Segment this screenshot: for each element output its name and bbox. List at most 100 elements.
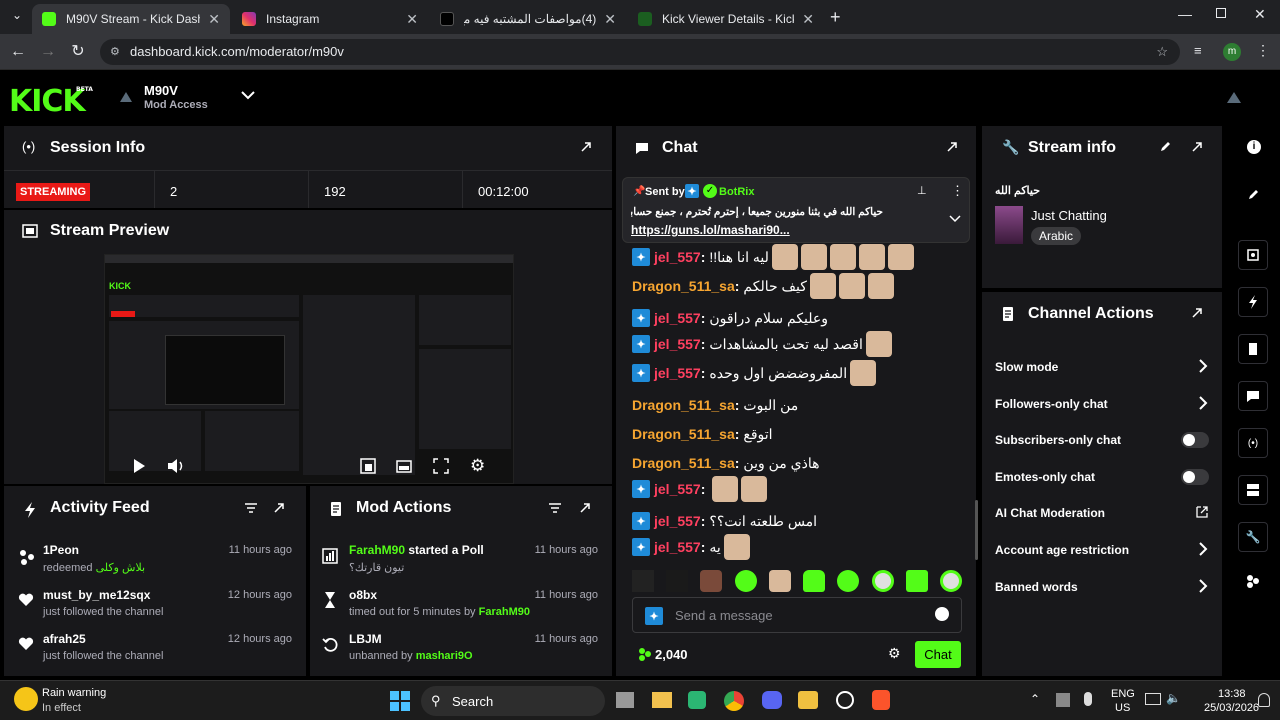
- emote-icon[interactable]: [803, 570, 826, 592]
- chat-username[interactable]: Dragon_511_sa: [632, 278, 735, 294]
- chat-emote-icon[interactable]: [850, 360, 877, 386]
- chat-emote-icon[interactable]: [829, 244, 856, 270]
- rail-modlog-icon[interactable]: [1238, 334, 1268, 364]
- close-window-button[interactable]: ✕: [1254, 6, 1266, 23]
- url-input[interactable]: ⚙ dashboard.kick.com/moderator/m90v ☆: [100, 39, 1180, 65]
- emote-icon[interactable]: [666, 570, 689, 592]
- channel-action-row[interactable]: Subscribers-only chat: [982, 427, 1222, 451]
- pinned-sender[interactable]: BotRix: [719, 186, 754, 198]
- chat-emote-icon[interactable]: [712, 476, 739, 502]
- chat-username[interactable]: jel_557: [654, 336, 701, 352]
- emote-icon[interactable]: [939, 570, 962, 592]
- chrome-icon[interactable]: [724, 691, 744, 711]
- close-tab-icon[interactable]: ✕: [802, 11, 814, 28]
- play-button[interactable]: [132, 458, 146, 474]
- chat-emote-icon[interactable]: [887, 244, 914, 270]
- tab-kick-dashboard[interactable]: M90V Stream - Kick Dashboard ✕: [32, 4, 230, 34]
- user-avatar-icon[interactable]: [1225, 89, 1243, 105]
- weather-icon[interactable]: [14, 687, 38, 711]
- rail-clip-icon[interactable]: [1238, 240, 1268, 270]
- task-view-icon[interactable]: [616, 692, 634, 708]
- new-tab-button[interactable]: +: [830, 7, 841, 28]
- profile-avatar[interactable]: m: [1223, 43, 1241, 61]
- filter-icon[interactable]: [548, 502, 562, 514]
- close-tab-icon[interactable]: ✕: [208, 11, 220, 28]
- tray-chevron-icon[interactable]: ⌃: [1030, 692, 1040, 706]
- minimize-button[interactable]: —: [1178, 6, 1192, 22]
- edit-pencil-icon[interactable]: [1160, 140, 1172, 152]
- filter-icon[interactable]: [244, 502, 258, 514]
- edit-pencil-icon[interactable]: [1248, 188, 1260, 200]
- chevron-right-icon[interactable]: [1198, 578, 1208, 593]
- chat-username[interactable]: jel_557: [654, 249, 701, 265]
- restore-button[interactable]: [1216, 8, 1226, 18]
- pip-icon[interactable]: [360, 458, 376, 474]
- emote-icon[interactable]: [905, 570, 928, 592]
- tab-instagram[interactable]: Instagram ✕: [232, 4, 428, 34]
- category-thumbnail[interactable]: [995, 206, 1023, 244]
- tab-tiktok[interactable]: (4)مواصفات المشتبه فيه مع حسـ ✕: [430, 4, 626, 34]
- tray-app-icon[interactable]: [1056, 693, 1070, 707]
- rail-chat-icon[interactable]: [1238, 381, 1268, 411]
- microphone-icon[interactable]: [1084, 692, 1092, 706]
- taskbar-app-icon[interactable]: [798, 691, 818, 709]
- pinned-link[interactable]: https://guns.lol/mashari90...: [631, 223, 790, 237]
- rail-wrench-icon[interactable]: 🔧: [1238, 522, 1268, 552]
- toggle-switch[interactable]: [1181, 468, 1209, 485]
- tab-list-button[interactable]: ⌄: [8, 8, 26, 26]
- chat-emote-icon[interactable]: [809, 273, 836, 299]
- discord-icon[interactable]: [762, 691, 782, 709]
- expand-chevron-icon[interactable]: [949, 214, 961, 224]
- external-link-icon[interactable]: [1196, 506, 1208, 519]
- chat-username[interactable]: jel_557: [654, 481, 701, 497]
- chat-emote-icon[interactable]: [771, 244, 798, 270]
- chevron-right-icon[interactable]: [1198, 542, 1208, 556]
- network-icon[interactable]: [1145, 693, 1161, 705]
- forward-button[interactable]: →: [38, 42, 58, 62]
- weather-title[interactable]: Rain warning: [42, 687, 106, 699]
- chat-username[interactable]: jel_557: [654, 539, 701, 555]
- chat-emote-icon[interactable]: [800, 244, 827, 270]
- rail-session-icon[interactable]: (•): [1238, 428, 1268, 458]
- activity-user[interactable]: must_by_me12sqx: [43, 588, 150, 602]
- chat-scrollbar[interactable]: [975, 500, 978, 560]
- taskbar-app-icon[interactable]: [836, 691, 854, 709]
- activity-user[interactable]: afrah25: [43, 632, 86, 646]
- chat-username[interactable]: Dragon_511_sa: [632, 455, 735, 471]
- keyboard-lang[interactable]: ENG: [1111, 688, 1135, 700]
- clock-time[interactable]: 13:38: [1218, 688, 1246, 700]
- rail-bolt-icon[interactable]: [1238, 287, 1268, 317]
- chevron-right-icon[interactable]: [1198, 395, 1208, 410]
- popout-icon[interactable]: [945, 140, 959, 154]
- emoji-icon[interactable]: [935, 607, 949, 621]
- popout-icon[interactable]: [578, 501, 592, 515]
- unpin-icon[interactable]: ⊥: [917, 184, 927, 197]
- chat-username[interactable]: Dragon_511_sa: [632, 426, 735, 442]
- emote-icon[interactable]: [734, 570, 757, 592]
- chat-input[interactable]: ✦ Send a message: [632, 597, 962, 633]
- send-chat-button[interactable]: Chat: [915, 641, 961, 668]
- stream-video-player[interactable]: KICK: [104, 254, 514, 484]
- back-button[interactable]: ←: [8, 42, 28, 62]
- channel-switch-chevron-icon[interactable]: [240, 89, 256, 101]
- chat-username[interactable]: jel_557: [654, 310, 701, 326]
- chat-settings-icon[interactable]: ⚙: [888, 645, 901, 662]
- theatre-icon[interactable]: [396, 458, 412, 474]
- chat-username[interactable]: Dragon_511_sa: [632, 397, 735, 413]
- kick-logo[interactable]: KICK BETA: [9, 84, 93, 119]
- chat-username[interactable]: jel_557: [654, 365, 701, 381]
- reload-button[interactable]: ↻: [68, 42, 88, 62]
- file-explorer-icon[interactable]: [652, 692, 672, 708]
- channel-action-row[interactable]: Banned words: [982, 574, 1222, 598]
- popout-icon[interactable]: [579, 140, 593, 154]
- emote-icon[interactable]: [768, 570, 791, 592]
- chat-emote-icon[interactable]: [741, 476, 768, 502]
- toggle-switch[interactable]: [1181, 432, 1209, 449]
- chat-emote-icon[interactable]: [867, 273, 894, 299]
- popout-icon[interactable]: [1190, 140, 1204, 154]
- volume-icon[interactable]: [167, 458, 185, 474]
- channel-action-row[interactable]: Slow mode: [982, 354, 1222, 378]
- pinned-message[interactable]: 📌 Sent by ✦ ✓ BotRix ⊥ ⋮ حياكم الله في ب…: [622, 177, 970, 243]
- chat-emote-icon[interactable]: [858, 244, 885, 270]
- popout-icon[interactable]: [1190, 306, 1204, 320]
